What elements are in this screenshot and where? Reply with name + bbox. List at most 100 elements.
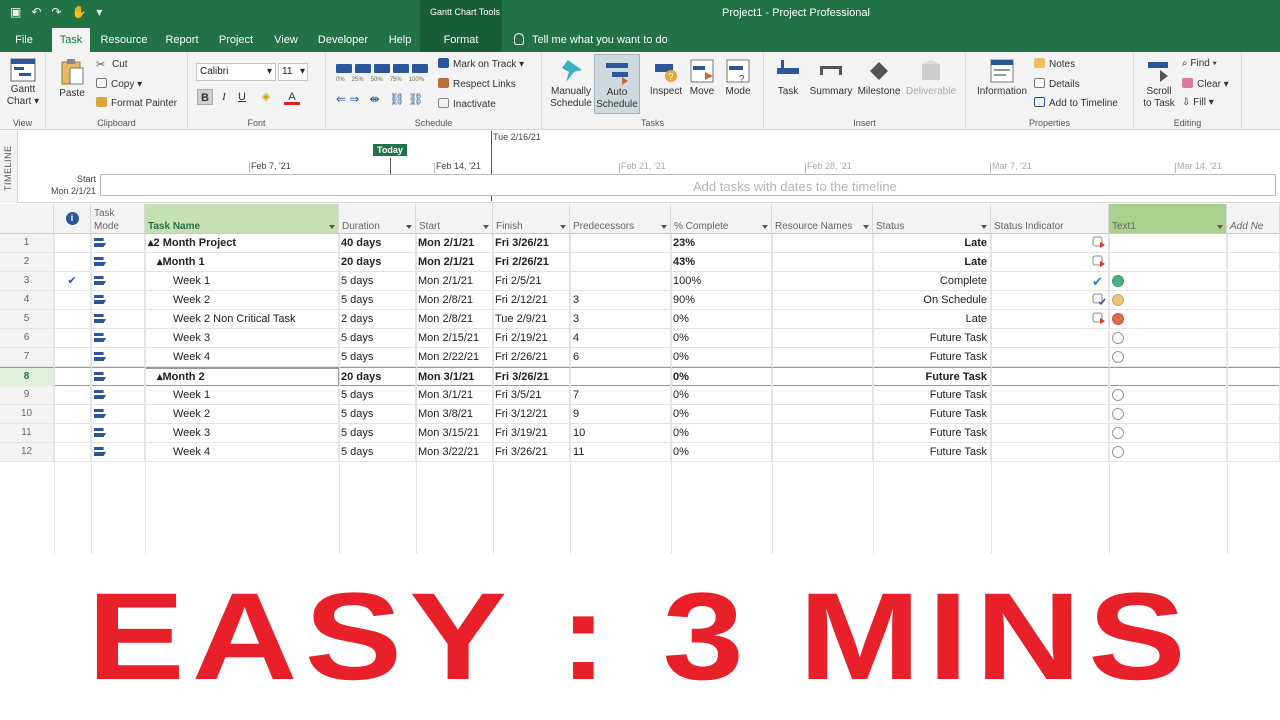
finish-cell[interactable]: Fri 3/12/21 [493,405,570,423]
predecessors-cell[interactable]: 11 [570,443,671,461]
row-id[interactable]: 2 [0,253,54,271]
chevron-down-icon[interactable] [981,225,987,229]
resource-names-cell[interactable] [772,291,873,309]
chevron-down-icon[interactable] [762,225,768,229]
select-all-corner[interactable] [0,204,54,234]
pct-complete-cell[interactable]: 90% [671,291,772,309]
task-name-cell[interactable]: Week 2 [145,405,339,423]
table-row[interactable]: 6 Week 35 days Mon 2/15/21 Fri 2/19/21 4 0% Fu… [0,329,1280,348]
customize-qat-icon[interactable]: ▾ [96,5,102,19]
pct-complete-header[interactable]: % Complete [671,204,772,234]
start-cell[interactable]: Mon 3/1/21 [416,368,493,386]
add-new-cell[interactable] [1227,405,1280,423]
finish-cell[interactable]: Fri 2/5/21 [493,272,570,290]
task-name-cell[interactable]: Week 3 [145,329,339,347]
add-new-cell[interactable] [1227,310,1280,328]
pct-complete-cell[interactable]: 0% [671,329,772,347]
tab-format[interactable]: Format [420,28,502,52]
row-id[interactable]: 10 [0,405,54,423]
outdent-indent-icons[interactable]: ⇐ ⇒ ⇼ ⛓ ⛓ [336,92,423,106]
start-cell[interactable]: Mon 2/1/21 [416,253,493,271]
manually-schedule-button[interactable]: Manually Schedule [548,58,594,110]
bold-button[interactable]: B [197,89,213,105]
task-name-cell[interactable]: ▴Month 1 [145,253,339,271]
task-name-cell[interactable]: ▴Month 2 [145,368,339,386]
task-mode-header[interactable]: Task Mode [91,204,145,234]
duration-cell[interactable]: 20 days [339,253,416,271]
chevron-down-icon[interactable] [1217,225,1223,229]
task-name-cell[interactable]: Week 4 [145,348,339,366]
duration-cell[interactable]: 2 days [339,310,416,328]
add-new-cell[interactable] [1227,291,1280,309]
start-cell[interactable]: Mon 2/8/21 [416,310,493,328]
pct-complete-cell[interactable]: 23% [671,234,772,252]
format-painter-button[interactable]: Format Painter [96,97,177,109]
finish-cell[interactable]: Fri 2/26/21 [493,253,570,271]
start-cell[interactable]: Mon 3/8/21 [416,405,493,423]
predecessors-cell[interactable]: 3 [570,310,671,328]
start-cell[interactable]: Mon 2/22/21 [416,348,493,366]
text1-cell[interactable] [1109,368,1227,386]
task-name-cell[interactable]: ▴2 Month Project [145,234,339,252]
pct-complete-cell[interactable]: 0% [671,424,772,442]
resource-names-cell[interactable] [772,253,873,271]
summary-button[interactable]: Summary [808,58,854,98]
deliverable-button[interactable]: Deliverable [904,58,958,98]
add-new-column-header[interactable]: Add Ne [1227,204,1280,234]
tab-report[interactable]: Report [160,28,204,52]
italic-button[interactable]: I [216,89,232,105]
pct-complete-cell[interactable]: 43% [671,253,772,271]
table-row[interactable]: 8 ▴Month 2 20 days Mon 3/1/21 Fri 3/26/21 0% F… [0,367,1280,386]
duration-cell[interactable]: 5 days [339,291,416,309]
start-cell[interactable]: Mon 2/8/21 [416,291,493,309]
start-cell[interactable]: Mon 3/15/21 [416,424,493,442]
text1-cell[interactable] [1109,348,1227,366]
clear-button[interactable]: Clear ▾ [1182,78,1229,90]
predecessors-cell[interactable]: 3 [570,291,671,309]
redo-icon[interactable]: ↷ [51,5,61,19]
table-row[interactable]: 12 Week 45 days Mon 3/22/21 Fri 3/26/21 11 0%… [0,443,1280,462]
duration-cell[interactable]: 5 days [339,272,416,290]
font-size-select[interactable]: 11 ▾ [278,63,308,81]
resource-names-cell[interactable] [772,405,873,423]
finish-cell[interactable]: Fri 3/19/21 [493,424,570,442]
duration-cell[interactable]: 20 days [339,368,416,386]
text1-cell[interactable] [1109,386,1227,404]
tab-developer[interactable]: Developer [314,28,372,52]
row-id[interactable]: 4 [0,291,54,309]
tab-file[interactable]: File [8,28,40,52]
tab-project[interactable]: Project [214,28,258,52]
pct-complete-cell[interactable]: 100% [671,272,772,290]
text1-cell[interactable] [1109,424,1227,442]
finish-cell[interactable]: Fri 3/26/21 [493,234,570,252]
duration-cell[interactable]: 5 days [339,443,416,461]
timeline-pane[interactable]: TIMELINE Tue 2/16/21 Today Feb 7, '21 Fe… [0,131,1280,203]
resource-names-cell[interactable] [772,272,873,290]
table-row[interactable]: 7 Week 45 days Mon 2/22/21 Fri 2/26/21 6 0% Fu… [0,348,1280,367]
resource-names-cell[interactable] [772,329,873,347]
task-name-cell[interactable]: Week 2 [145,291,339,309]
duration-cell[interactable]: 5 days [339,386,416,404]
details-button[interactable]: Details [1034,78,1080,90]
finish-cell[interactable]: Fri 2/26/21 [493,348,570,366]
tab-resource[interactable]: Resource [98,28,150,52]
finish-cell[interactable]: Fri 2/19/21 [493,329,570,347]
mode-button[interactable]: ? Mode [720,58,756,98]
pct-complete-cell[interactable]: 0% [671,348,772,366]
start-cell[interactable]: Mon 2/1/21 [416,234,493,252]
chevron-down-icon[interactable] [483,225,489,229]
duration-cell[interactable]: 5 days [339,329,416,347]
text1-cell[interactable] [1109,272,1227,290]
row-id[interactable]: 5 [0,310,54,328]
row-id[interactable]: 1 [0,234,54,252]
duration-cell[interactable]: 5 days [339,405,416,423]
text1-cell[interactable] [1109,310,1227,328]
inspect-button[interactable]: ? Inspect [646,58,686,98]
duration-cell[interactable]: 5 days [339,424,416,442]
pct-complete-cell[interactable]: 0% [671,443,772,461]
pct-complete-cell[interactable]: 0% [671,310,772,328]
predecessors-cell[interactable] [570,253,671,271]
status-indicator-header[interactable]: Status Indicator [991,204,1109,234]
table-row[interactable]: 10 Week 25 days Mon 3/8/21 Fri 3/12/21 9 0% Fu… [0,405,1280,424]
row-id[interactable]: 8 [0,368,54,386]
